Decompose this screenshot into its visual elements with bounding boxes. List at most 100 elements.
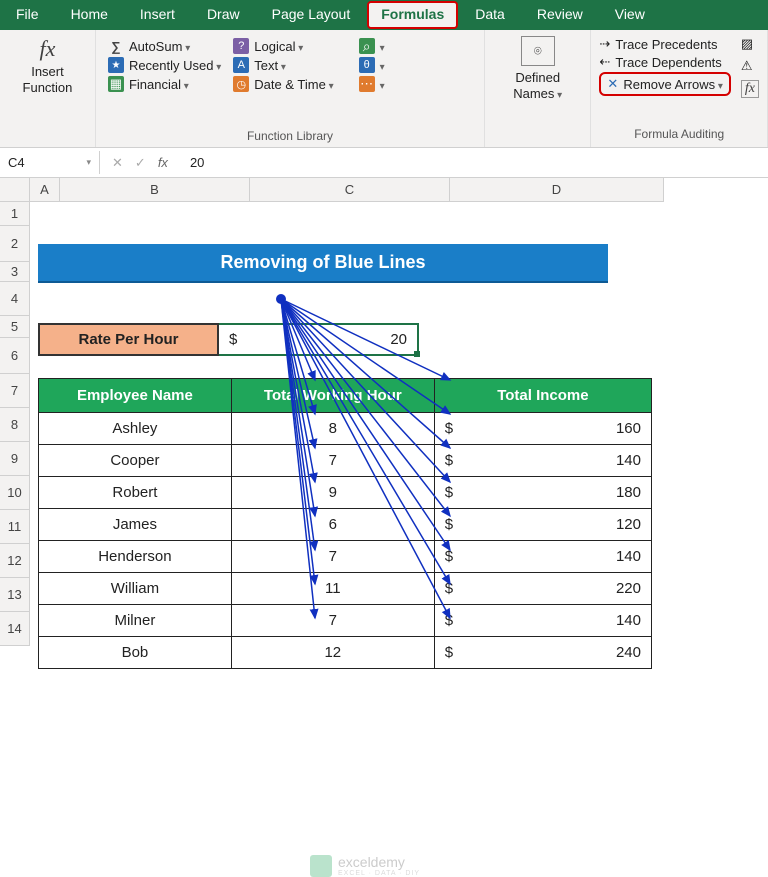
total-income-cell[interactable]: $220 [434,573,651,605]
working-hours-cell[interactable]: 8 [231,413,434,445]
working-hours-cell[interactable]: 7 [231,445,434,477]
logical-button[interactable]: ?Logical [233,38,346,54]
formula-auditing-group: ⇢Trace Precedents ⇠Trace Dependents ✕Rem… [591,30,768,147]
table-row[interactable]: Bob12$240 [39,637,652,669]
insert-function-group[interactable]: fx Insert Function [0,30,96,147]
evaluate-formula-icon[interactable]: fx [741,80,759,98]
row-header-2[interactable]: 2 [0,226,30,262]
row-header-7[interactable]: 7 [0,374,30,408]
more-functions-button[interactable]: ⋯ [359,76,472,92]
working-hours-cell[interactable]: 12 [231,637,434,669]
table-row[interactable]: Cooper7$140 [39,445,652,477]
working-hours-cell[interactable]: 11 [231,573,434,605]
lookup-button[interactable]: ⌕ [359,38,472,54]
theta-icon: θ [359,57,375,73]
column-header-C[interactable]: C [250,178,450,202]
lookup-icon: ⌕ [359,38,375,54]
total-income-cell[interactable]: $140 [434,541,651,573]
table-row[interactable]: William11$220 [39,573,652,605]
remove-arrows-button[interactable]: ✕Remove Arrows [599,72,730,96]
enter-icon[interactable]: ✓ [135,155,146,171]
recently-used-button[interactable]: ★Recently Used [108,57,221,73]
show-formulas-icon[interactable]: ▨ [741,36,759,52]
row-header-14[interactable]: 14 [0,612,30,646]
ribbon-tabs: FileHomeInsertDrawPage LayoutFormulasDat… [0,0,768,30]
row-header-10[interactable]: 10 [0,476,30,510]
working-hours-cell[interactable]: 7 [231,605,434,637]
table-row[interactable]: Milner7$140 [39,605,652,637]
employee-name-cell[interactable]: Milner [39,605,232,637]
working-hours-cell[interactable]: 7 [231,541,434,573]
trace-precedents-icon: ⇢ [599,36,610,52]
datetime-button[interactable]: ◷Date & Time [233,76,346,92]
tab-page-layout[interactable]: Page Layout [256,0,367,30]
employee-name-cell[interactable]: Cooper [39,445,232,477]
row-header-6[interactable]: 6 [0,338,30,374]
cancel-icon[interactable]: ✕ [112,155,123,171]
worksheet: ABCD 1234567891011121314 Removing of Blu… [0,178,768,669]
total-income-cell[interactable]: $140 [434,605,651,637]
employee-name-cell[interactable]: Henderson [39,541,232,573]
table-row[interactable]: Ashley8$160 [39,413,652,445]
row-header-3[interactable]: 3 [0,262,30,282]
total-income-cell[interactable]: $240 [434,637,651,669]
tab-insert[interactable]: Insert [124,0,191,30]
total-income-cell[interactable]: $140 [434,445,651,477]
row-header-1[interactable]: 1 [0,202,30,226]
autosum-button[interactable]: ∑AutoSum [108,38,221,54]
tab-review[interactable]: Review [521,0,599,30]
row-header-12[interactable]: 12 [0,544,30,578]
working-hours-cell[interactable]: 9 [231,477,434,509]
error-checking-icon[interactable]: ⚠ [741,58,759,74]
data-table: Employee NameTotal Working HourTotal Inc… [38,378,652,669]
column-header-A[interactable]: A [30,178,60,202]
table-row[interactable]: Robert9$180 [39,477,652,509]
fx-icon[interactable]: fx [158,155,168,170]
trace-dependents-icon: ⇠ [599,54,610,70]
row-headers: 1234567891011121314 [0,202,30,669]
text-button[interactable]: AText [233,57,346,73]
name-box[interactable]: C4 [0,151,100,174]
tab-data[interactable]: Data [459,0,521,30]
defined-names-group[interactable]: ⌾ Defined Names [485,30,591,147]
employee-name-cell[interactable]: Bob [39,637,232,669]
formula-input[interactable]: 20 [180,151,214,174]
total-income-cell[interactable]: $160 [434,413,651,445]
table-row[interactable]: James6$120 [39,509,652,541]
tab-file[interactable]: File [0,0,55,30]
cells-area[interactable]: Removing of Blue Lines Rate Per Hour $ 2… [30,202,652,669]
employee-name-cell[interactable]: William [39,573,232,605]
trace-dependents-button[interactable]: ⇠Trace Dependents [599,54,730,70]
tab-formulas[interactable]: Formulas [367,1,458,29]
row-header-11[interactable]: 11 [0,510,30,544]
column-header-D[interactable]: D [450,178,664,202]
employee-name-cell[interactable]: James [39,509,232,541]
total-income-cell[interactable]: $180 [434,477,651,509]
financial-button[interactable]: ▦Financial [108,76,221,92]
row-header-13[interactable]: 13 [0,578,30,612]
tab-home[interactable]: Home [55,0,124,30]
trace-precedents-button[interactable]: ⇢Trace Precedents [599,36,730,52]
clock-icon: ◷ [233,76,249,92]
defined-names-icon: ⌾ [521,36,555,66]
rate-number: 20 [390,331,407,348]
employee-name-cell[interactable]: Robert [39,477,232,509]
financial-icon: ▦ [108,76,124,92]
math-button[interactable]: θ [359,57,472,73]
column-header-B[interactable]: B [60,178,250,202]
currency-symbol: $ [229,331,237,348]
total-income-cell[interactable]: $120 [434,509,651,541]
row-header-9[interactable]: 9 [0,442,30,476]
formula-auditing-label: Formula Auditing [599,125,759,143]
rate-value-cell[interactable]: $ 20 [219,323,419,356]
row-header-5[interactable]: 5 [0,316,30,338]
table-row[interactable]: Henderson7$140 [39,541,652,573]
select-all-corner[interactable] [0,178,30,202]
tab-draw[interactable]: Draw [191,0,256,30]
employee-name-cell[interactable]: Ashley [39,413,232,445]
working-hours-cell[interactable]: 6 [231,509,434,541]
sigma-icon: ∑ [108,38,124,54]
row-header-4[interactable]: 4 [0,282,30,316]
tab-view[interactable]: View [599,0,661,30]
row-header-8[interactable]: 8 [0,408,30,442]
